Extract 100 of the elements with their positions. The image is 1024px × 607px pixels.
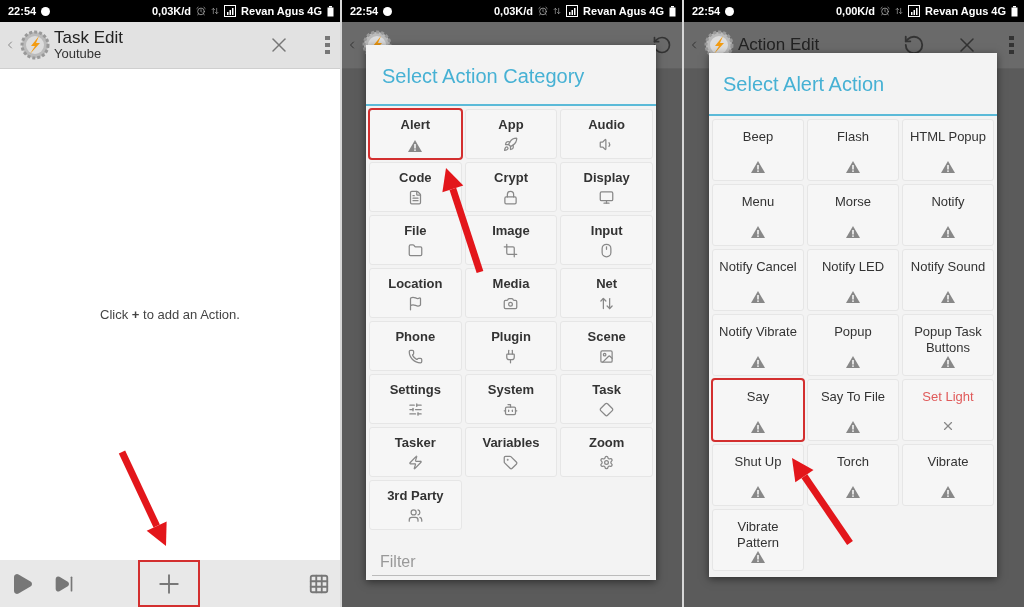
category-tile[interactable]: Media: [464, 268, 558, 318]
empty-message: Click + to add an Action.: [100, 307, 240, 322]
action-tile[interactable]: Popup Task Buttons: [902, 314, 994, 376]
data-activity-icon: [211, 7, 220, 15]
action-tile[interactable]: Morse: [807, 184, 899, 246]
category-tile[interactable]: Tasker: [369, 427, 462, 477]
warning-icon: [941, 486, 955, 498]
document-icon: [407, 190, 423, 205]
warning-icon: [751, 551, 765, 563]
category-tile[interactable]: Input: [560, 215, 653, 265]
alarm-icon: [538, 6, 549, 16]
task-name: Youtube: [54, 47, 103, 61]
category-tile[interactable]: Net: [560, 268, 653, 318]
category-tile[interactable]: Scene: [560, 321, 653, 371]
monitor-icon: [599, 190, 615, 205]
action-tile[interactable]: Torch: [807, 444, 899, 506]
mouse-icon: [599, 243, 615, 258]
warning-icon: [408, 140, 423, 152]
action-tile[interactable]: Vibrate: [902, 444, 994, 506]
signal-icon: [224, 5, 237, 17]
category-tile[interactable]: System: [464, 374, 558, 424]
app-logo-icon: [20, 30, 50, 60]
people-icon: [407, 508, 423, 523]
action-tile[interactable]: Notify LED: [807, 249, 899, 311]
menu-icon: [325, 36, 330, 54]
category-tile[interactable]: Plugin: [464, 321, 558, 371]
add-action-button[interactable]: [138, 560, 200, 607]
filter-field[interactable]: Filter: [372, 549, 650, 576]
action-tile[interactable]: Notify Sound: [902, 249, 994, 311]
dialog-title: Select Alert Action: [709, 53, 997, 116]
menu-button[interactable]: [1009, 36, 1014, 54]
action-tile[interactable]: Notify: [902, 184, 994, 246]
action-tile[interactable]: Flash: [807, 119, 899, 181]
lock-icon: [503, 190, 519, 205]
battery-icon: [1011, 5, 1018, 17]
signal-icon: [566, 5, 579, 17]
warning-icon: [751, 226, 765, 238]
category-tile[interactable]: Alert: [369, 109, 462, 159]
screen-title: Task Edit: [54, 29, 123, 48]
category-tile[interactable]: App: [464, 109, 558, 159]
carrier-name: Revan Agus 4G: [925, 5, 1006, 17]
grid-button[interactable]: [308, 572, 330, 595]
phone-icon: [407, 349, 423, 364]
action-tile[interactable]: Shut Up: [712, 444, 804, 506]
alarm-icon: [880, 6, 891, 16]
category-tile[interactable]: Location: [369, 268, 462, 318]
category-tile[interactable]: Zoom: [560, 427, 653, 477]
action-tile[interactable]: Menu: [712, 184, 804, 246]
category-tile[interactable]: Settings: [369, 374, 462, 424]
action-tile[interactable]: Notify Vibrate: [712, 314, 804, 376]
warning-icon: [751, 356, 765, 368]
category-tile[interactable]: Crypt: [464, 162, 558, 212]
action-tile[interactable]: Vibrate Pattern: [712, 509, 804, 571]
action-tile[interactable]: HTML Popup: [902, 119, 994, 181]
carrier-name: Revan Agus 4G: [583, 5, 664, 17]
menu-button[interactable]: [325, 36, 330, 54]
category-tile[interactable]: Phone: [369, 321, 462, 371]
notification-dot-icon: [725, 6, 735, 16]
lightning-icon: [407, 455, 423, 470]
battery-icon: [669, 5, 676, 17]
warning-icon: [846, 486, 860, 498]
status-time: 22:54: [692, 5, 721, 17]
category-tile[interactable]: File: [369, 215, 462, 265]
alarm-icon: [196, 6, 207, 16]
unavailable-icon: [941, 419, 955, 433]
rocket-icon: [503, 137, 519, 152]
action-tile[interactable]: Beep: [712, 119, 804, 181]
undo-button[interactable]: [903, 34, 925, 56]
robot-icon: [503, 402, 519, 417]
folder-icon: [407, 243, 423, 258]
warning-icon: [846, 226, 860, 238]
notification-dot-icon: [41, 6, 51, 16]
sliders-icon: [407, 402, 423, 417]
category-tile[interactable]: Display: [560, 162, 653, 212]
up-down-arrows-icon: [599, 296, 615, 311]
category-tile[interactable]: Audio: [560, 109, 653, 159]
data-activity-icon: [895, 7, 904, 15]
warning-icon: [846, 291, 860, 303]
image-icon: [599, 349, 615, 364]
category-tile[interactable]: Task: [560, 374, 653, 424]
battery-icon: [327, 5, 334, 17]
undo-button[interactable]: [652, 35, 672, 55]
status-time: 22:54: [8, 5, 37, 17]
notification-dot-icon: [383, 6, 393, 16]
category-tile[interactable]: 3rd Party: [369, 480, 462, 530]
action-tile[interactable]: Say: [712, 379, 804, 441]
network-speed: 0,00K/d: [835, 5, 876, 17]
crop-icon: [503, 243, 519, 258]
action-tile[interactable]: Popup: [807, 314, 899, 376]
category-tile[interactable]: Code: [369, 162, 462, 212]
diamond-icon: [599, 402, 615, 417]
warning-icon: [941, 356, 955, 368]
dialog-title: Select Action Category: [366, 45, 656, 106]
camera-icon: [503, 296, 519, 311]
category-tile[interactable]: Variables: [464, 427, 558, 477]
category-tile[interactable]: Image: [464, 215, 558, 265]
action-tile[interactable]: Notify Cancel: [712, 249, 804, 311]
screen-title: Action Edit: [738, 35, 820, 55]
action-tile[interactable]: Say To File: [807, 379, 899, 441]
warning-icon: [751, 421, 765, 433]
